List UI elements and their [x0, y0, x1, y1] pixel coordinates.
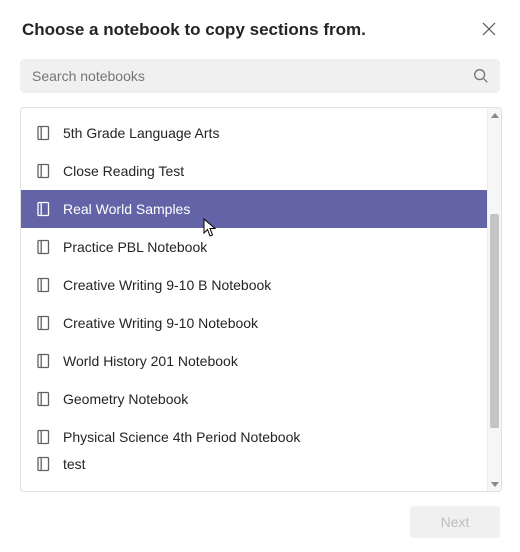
notebook-item[interactable]: Physical Science 4th Period Notebook [21, 418, 487, 456]
notebook-item[interactable]: Creative Writing 9-10 B Notebook [21, 266, 487, 304]
scrollbar[interactable] [487, 108, 501, 491]
notebook-item[interactable]: Close Reading Test [21, 152, 487, 190]
notebook-item-label: Physical Science 4th Period Notebook [63, 429, 300, 445]
close-button[interactable] [480, 20, 498, 41]
notebook-item[interactable]: Geometry Notebook [21, 380, 487, 418]
search-field-wrap [20, 59, 500, 93]
notebook-item-label: Creative Writing 9-10 Notebook [63, 315, 258, 331]
notebook-item-label: World History 201 Notebook [63, 353, 238, 369]
scroll-down-arrow[interactable] [488, 477, 501, 491]
dialog-header: Choose a notebook to copy sections from. [10, 20, 510, 41]
notebook-icon [35, 456, 51, 472]
notebook-icon [35, 125, 51, 141]
notebook-icon [35, 201, 51, 217]
notebook-item-label: Creative Writing 9-10 B Notebook [63, 277, 271, 293]
notebook-item[interactable]: Practice PBL Notebook [21, 228, 487, 266]
scroll-up-arrow[interactable] [488, 108, 501, 122]
search-input[interactable] [20, 59, 500, 93]
notebook-item-label: 5th Grade Language Arts [63, 125, 219, 141]
notebook-list-frame: 5th Grade Language Arts Close Reading Te… [20, 107, 502, 492]
notebook-item[interactable]: World History 201 Notebook [21, 342, 487, 380]
notebook-icon [35, 391, 51, 407]
notebook-item[interactable]: Creative Writing 9-10 Notebook [21, 304, 487, 342]
dialog-title: Choose a notebook to copy sections from. [22, 20, 366, 40]
notebook-item[interactable]: test [21, 456, 487, 476]
notebook-item-label: test [63, 456, 86, 472]
notebook-icon [35, 315, 51, 331]
notebook-icon [35, 163, 51, 179]
notebook-item-label: Geometry Notebook [63, 391, 188, 407]
notebook-icon [35, 353, 51, 369]
notebook-item[interactable]: 5th Grade Language Arts [21, 114, 487, 152]
scroll-thumb[interactable] [490, 214, 499, 428]
notebook-item-label: Close Reading Test [63, 163, 184, 179]
notebook-list: 5th Grade Language Arts Close Reading Te… [21, 108, 487, 491]
notebook-icon [35, 277, 51, 293]
choose-notebook-dialog: Choose a notebook to copy sections from.… [0, 0, 520, 552]
next-button[interactable]: Next [410, 506, 500, 538]
close-icon [482, 22, 496, 39]
notebook-item[interactable]: Real World Samples [21, 190, 487, 228]
notebook-icon [35, 429, 51, 445]
dialog-footer: Next [10, 492, 510, 538]
notebook-item-label: Practice PBL Notebook [63, 239, 207, 255]
notebook-icon [35, 239, 51, 255]
search-icon [472, 67, 490, 85]
notebook-item-label: Real World Samples [63, 201, 190, 217]
